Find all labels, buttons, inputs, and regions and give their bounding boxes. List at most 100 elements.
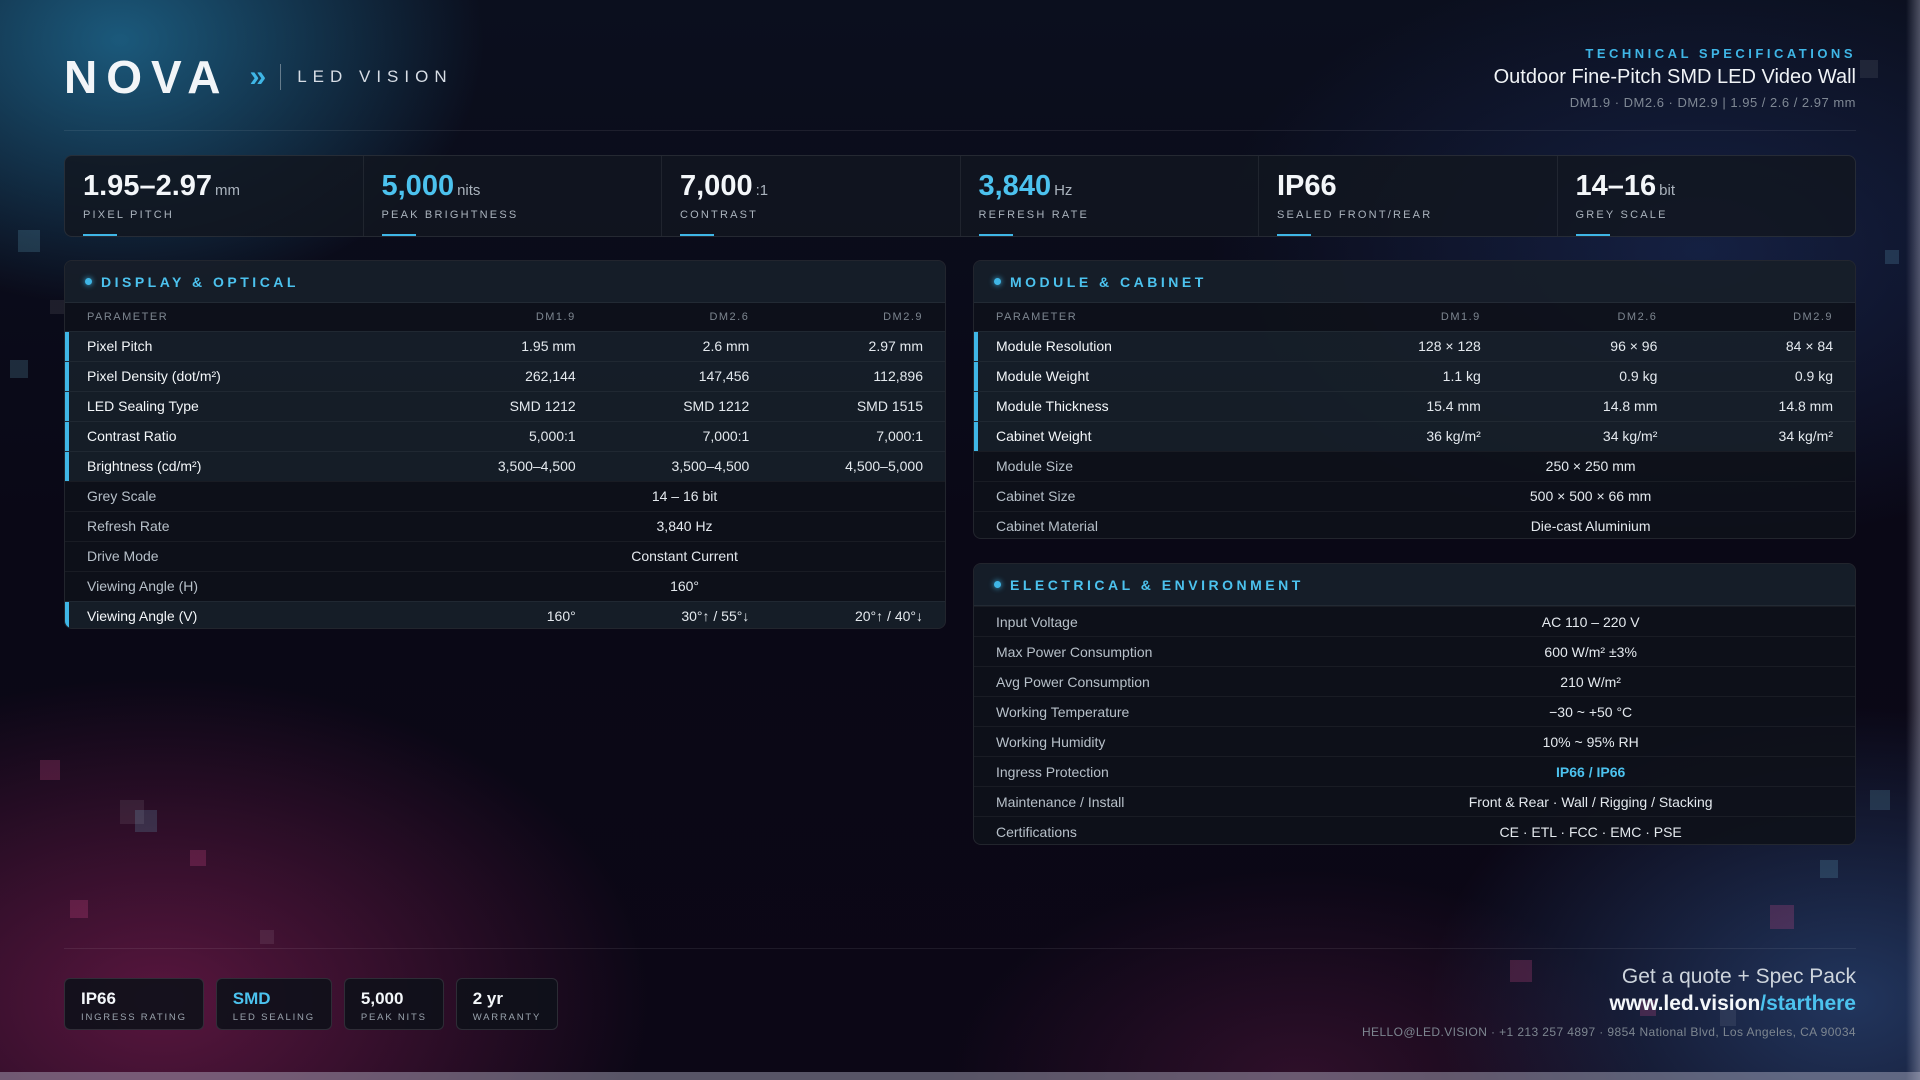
cell-value: 1.95 mm <box>424 330 598 361</box>
cell-value: SMD 1515 <box>771 390 945 421</box>
column-header: DM2.9 <box>883 310 923 323</box>
table-row: Ingress Protection IP66 / IP66 <box>974 756 1855 787</box>
table-row: Module Thickness 15.4 mm 14.8 mm 14.8 mm <box>974 390 1855 421</box>
stat-number: 3,840 <box>978 170 1052 202</box>
cell-value: 5,000:1 <box>424 420 598 451</box>
table-row: Certifications CE · ETL · FCC · EMC · PSE <box>974 816 1855 844</box>
cell-value: 34 kg/m² <box>1502 420 1680 451</box>
header-divider <box>64 130 1856 131</box>
row-label: Pixel Pitch <box>65 330 425 361</box>
table-row: Drive Mode Constant Current <box>65 540 945 571</box>
website-domain[interactable]: www.led.vision <box>1609 992 1760 1015</box>
electrical-environment-panel: ELECTRICAL & ENVIRONMENT Input Voltage AC… <box>973 563 1856 845</box>
table-row: Module Size 250 × 250 mm <box>974 450 1855 481</box>
feature-chip: 2 yr WARRANTY <box>455 978 559 1030</box>
row-label: Certifications <box>974 816 1327 844</box>
row-label: Module Thickness <box>974 390 1327 421</box>
table-row: Input Voltage AC 110 – 220 V <box>974 606 1855 637</box>
row-label: Viewing Angle (H) <box>65 570 425 601</box>
cell-value: 7,000:1 <box>597 420 772 451</box>
chevron-right-icon: » <box>249 60 267 93</box>
cell-value: 14.8 mm <box>1502 390 1680 421</box>
table-row: Viewing Angle (H) 160° <box>65 570 945 601</box>
cell-value: 160° <box>424 570 945 601</box>
stat-number: 14–16 <box>1575 170 1657 202</box>
stat-label: PEAK BRIGHTNESS <box>381 209 519 221</box>
row-label: Max Power Consumption <box>974 636 1327 667</box>
website-link[interactable]: www.led.vision/starthere <box>1362 992 1856 1016</box>
cell-value: 2.97 mm <box>771 330 945 361</box>
website-path[interactable]: /starthere <box>1760 992 1856 1015</box>
column-header: DM2.9 <box>1793 310 1833 323</box>
key-stats-bar: 1.95–2.97 mm PIXEL PITCH 5,000 nits PEAK BRIG… <box>64 155 1856 237</box>
table-row: Grey Scale 14 – 16 bit <box>65 480 945 511</box>
chip-label: LED SEALING <box>232 1012 315 1023</box>
contact-info: HELLO@LED.VISION · +1 213 257 4897 · 985… <box>1361 1025 1856 1039</box>
cell-value: 0.9 kg <box>1502 360 1680 391</box>
cell-value: 15.4 mm <box>1326 390 1503 421</box>
table-row: Working Temperature −30 ~ +50 °C <box>974 696 1855 727</box>
table-row: LED Sealing Type SMD 1212 SMD 1212 SMD 1515 <box>65 390 945 421</box>
cell-value: SMD 1212 <box>424 390 598 421</box>
stat-unit: bit <box>1659 182 1675 199</box>
row-label: Working Humidity <box>974 726 1327 757</box>
stat-card: 5,000 nits PEAK BRIGHTNESS <box>364 156 662 236</box>
column-header: DM1.9 <box>1440 310 1481 323</box>
table-row: Working Humidity 10% ~ 95% RH <box>974 726 1855 757</box>
cell-value: 128 × 128 <box>1326 330 1503 361</box>
cell-value: IP66 / IP66 <box>1326 756 1855 787</box>
cell-value: 14 – 16 bit <box>424 480 945 511</box>
feature-chips: IP66 INGRESS RATING SMD LED SEALING 5,000 PEA… <box>64 978 559 1030</box>
table-row: Cabinet Size 500 × 500 × 66 mm <box>974 480 1855 511</box>
stat-number: 7,000 <box>680 170 753 202</box>
stat-label: SEALED FRONT/REAR <box>1277 209 1433 221</box>
stat-number: 1.95–2.97 <box>83 170 213 202</box>
cell-value: Constant Current <box>424 540 945 571</box>
panel-header: DISPLAY & OPTICAL <box>65 261 945 303</box>
row-label: Module Resolution <box>974 330 1327 361</box>
chip-value: 2 yr <box>472 989 503 1008</box>
model-summary: DM1.9 · DM2.6 · DM2.9 | 1.95 / 2.6 / 2.9… <box>1569 95 1856 110</box>
stat-value: 3,840 Hz <box>979 170 1241 203</box>
stat-value: IP66 <box>1277 170 1539 203</box>
cell-value: 500 × 500 × 66 mm <box>1326 480 1855 511</box>
cell-value: 3,840 Hz <box>424 510 945 541</box>
stat-accent-bar <box>680 234 714 236</box>
stat-card: 1.95–2.97 mm PIXEL PITCH <box>65 156 364 236</box>
table-row: Module Weight 1.1 kg 0.9 kg 0.9 kg <box>974 360 1855 391</box>
chip-label: WARRANTY <box>472 1012 542 1023</box>
table-row: Cabinet Weight 36 kg/m² 34 kg/m² 34 kg/m² <box>974 420 1855 451</box>
stat-unit: mm <box>215 182 241 199</box>
table-row: Viewing Angle (V) 160° 30°↑ / 55°↓ 20°↑ / 4… <box>65 600 945 628</box>
table-row: Brightness (cd/m²) 3,500–4,500 3,500–4,500… <box>65 450 945 481</box>
cell-value: 112,896 <box>771 360 945 391</box>
row-label: Refresh Rate <box>65 510 425 541</box>
panel-title: ELECTRICAL & ENVIRONMENT <box>1010 576 1304 593</box>
column-header: PARAMETER <box>87 310 169 323</box>
stat-value: 7,000:1 <box>680 170 942 203</box>
module-cabinet-panel: MODULE & CABINET PARAMETER DM1.9 DM2.6 DM2.… <box>973 260 1856 539</box>
table-row: Module Resolution 128 × 128 96 × 96 84 × 84 <box>974 330 1855 361</box>
chip-label: INGRESS RATING <box>81 1012 187 1023</box>
call-to-action: Get a quote + Spec Pack www.led.vision/s… <box>1362 965 1856 1039</box>
module-spec-table: PARAMETER DM1.9 DM2.6 DM2.9 Module Resoluti… <box>974 303 1855 538</box>
table-header-row: PARAMETER DM1.9 DM2.6 DM2.9 <box>974 303 1855 331</box>
cell-value: 250 × 250 mm <box>1326 450 1855 481</box>
cell-value: 34 kg/m² <box>1679 420 1855 451</box>
table-row: Contrast Ratio 5,000:1 7,000:1 7,000:1 <box>65 420 945 451</box>
feature-chip: 5,000 PEAK NITS <box>343 978 444 1030</box>
stat-accent-bar <box>83 234 117 236</box>
brand-name: NOVA <box>64 51 230 103</box>
table-row: Refresh Rate 3,840 Hz <box>65 510 945 541</box>
cell-value: 0.9 kg <box>1679 360 1855 391</box>
table-row: Avg Power Consumption 210 W/m² <box>974 666 1855 697</box>
cell-value: 1.1 kg <box>1326 360 1503 391</box>
cell-value: 3,500–4,500 <box>597 450 772 481</box>
cell-value: 2.6 mm <box>597 330 772 361</box>
cell-value: 36 kg/m² <box>1326 420 1503 451</box>
cell-value: 7,000:1 <box>771 420 945 451</box>
cell-value: 14.8 mm <box>1679 390 1855 421</box>
row-label: Avg Power Consumption <box>974 666 1327 697</box>
cell-value: 20°↑ / 40°↓ <box>771 600 945 628</box>
stat-unit: :1 <box>755 182 769 199</box>
